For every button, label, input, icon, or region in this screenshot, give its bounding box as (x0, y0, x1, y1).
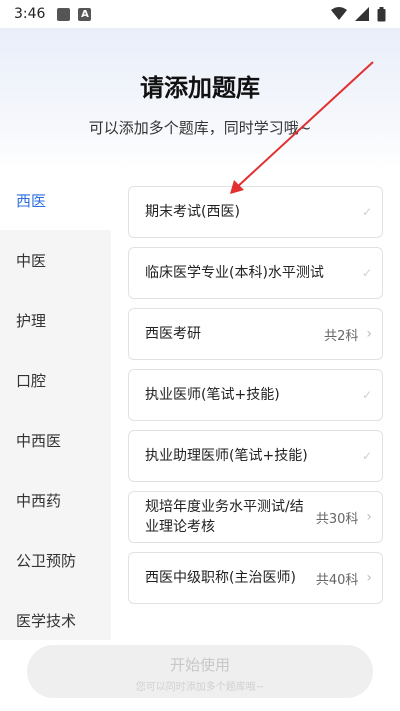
check-icon: ✓ (361, 205, 372, 219)
bank-card-title: 西医考研 (145, 326, 201, 342)
check-icon: ✓ (361, 266, 372, 280)
bank-card-title: 临床医学专业(本科)水平测试 (145, 265, 324, 281)
chevron-right-icon: › (366, 326, 372, 342)
battery-icon (377, 6, 386, 21)
category-sidebar: 西医 中医 护理 口腔 中西医 中西药 公卫预防 医学技术 (0, 170, 111, 640)
bank-card-count: 共40科 (315, 572, 359, 588)
bank-card[interactable]: 西医考研 共2科 › (128, 308, 383, 360)
start-button[interactable]: 开始使用 您可以同时添加多个题库哦~ (27, 645, 373, 698)
question-bank-list: 期末考试(西医) ✓ 临床医学专业(本科)水平测试 ✓ 西医考研 共2科 › 执… (128, 186, 384, 613)
bank-card-title: 西医中级职称(主治医师) (145, 570, 296, 586)
sidebar-item-integrated-pharmacy[interactable]: 中西药 (0, 470, 111, 530)
bank-card[interactable]: 期末考试(西医) ✓ (128, 186, 383, 238)
bank-card-title: 执业医师(笔试+技能) (145, 387, 280, 403)
page-subtitle: 可以添加多个题库，同时学习哦~ (88, 119, 312, 137)
check-icon: ✓ (361, 388, 372, 402)
sidebar-item-stomatology[interactable]: 口腔 (0, 350, 111, 410)
page-title: 请添加题库 (140, 74, 260, 102)
status-bar: 3:46 A (0, 0, 400, 28)
bank-card-count: 共2科 (324, 328, 359, 344)
sidebar-item-chinese-medicine[interactable]: 中医 (0, 230, 111, 290)
sidebar-item-medical-technology[interactable]: 医学技术 (0, 590, 111, 650)
sidebar-item-nursing[interactable]: 护理 (0, 290, 111, 350)
bank-card[interactable]: 临床医学专业(本科)水平测试 ✓ (128, 247, 383, 299)
chevron-right-icon: › (366, 509, 372, 525)
bank-card[interactable]: 规培年度业务水平测试/结业理论考核 共30科 › (128, 491, 383, 543)
a-notification-icon: A (78, 7, 92, 21)
bank-card-count: 共30科 (315, 511, 359, 527)
signal-icon (355, 7, 369, 21)
wifi-icon (331, 7, 347, 20)
bank-card-title: 执业助理医师(笔试+技能) (145, 448, 308, 464)
check-icon: ✓ (361, 449, 372, 463)
sidebar-item-integrated-medicine[interactable]: 中西医 (0, 410, 111, 470)
bank-card-title: 规培年度业务水平测试/结业理论考核 (145, 499, 304, 535)
chevron-right-icon: › (366, 570, 372, 586)
image-notification-icon (57, 7, 71, 21)
bank-card[interactable]: 执业助理医师(笔试+技能) ✓ (128, 430, 383, 482)
bank-card[interactable]: 执业医师(笔试+技能) ✓ (128, 369, 383, 421)
sidebar-item-western-medicine[interactable]: 西医 (0, 170, 111, 230)
bank-card[interactable]: 西医中级职称(主治医师) 共40科 › (128, 552, 383, 604)
start-button-hint: 您可以同时添加多个题库哦~ (135, 682, 265, 693)
bank-card-title: 期末考试(西医) (145, 204, 240, 220)
start-button-label: 开始使用 (169, 656, 230, 674)
sidebar-item-public-health[interactable]: 公卫预防 (0, 530, 111, 590)
status-time: 3:46 (14, 6, 46, 22)
